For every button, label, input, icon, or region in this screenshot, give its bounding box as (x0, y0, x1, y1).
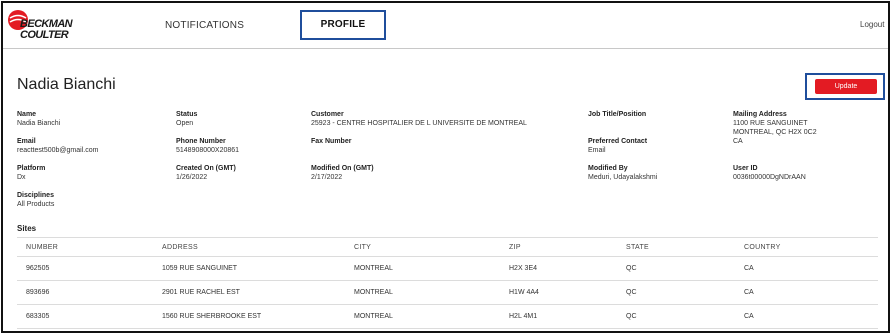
field-status: Status Open (176, 110, 197, 128)
table-row[interactable]: 893696 2901 RUE RACHEL EST MONTREAL H1W … (17, 281, 878, 305)
cell-number: 683305 (26, 313, 50, 320)
cell-country: CA (744, 313, 754, 320)
field-label: Job Title/Position (588, 111, 647, 118)
field-mailing-address: Mailing Address 1100 RUE SANGUINET MONTR… (733, 110, 817, 146)
address-line-1: 1100 RUE SANGUINET (733, 120, 808, 127)
field-value: reacttest500b@gmail.com (17, 147, 99, 154)
cell-zip: H2L 4M1 (509, 313, 538, 320)
field-label: Customer (311, 111, 344, 118)
field-value: Meduri, Udayalakshmi (588, 174, 658, 181)
cell-number: 893696 (26, 289, 50, 296)
update-button[interactable]: Update (815, 79, 877, 94)
field-disciplines: Disciplines All Products (17, 191, 54, 209)
field-label: Fax Number (311, 138, 352, 145)
field-label: Mailing Address (733, 111, 787, 118)
top-navigation-bar: BECKMAN COULTER NOTIFICATIONS PROFILE Lo… (3, 3, 888, 49)
address-line-3: CA (733, 138, 743, 145)
field-job-title: Job Title/Position (588, 110, 646, 119)
cell-country: CA (744, 265, 754, 272)
field-created-on: Created On (GMT) 1/26/2022 (176, 164, 236, 182)
field-label: Name (17, 111, 37, 118)
field-value: Dx (17, 174, 26, 181)
field-label: Modified On (GMT) (311, 165, 374, 172)
update-button-highlight: Update (805, 73, 885, 100)
table-header-row: NUMBER ADDRESS CITY ZIP STATE COUNTRY (17, 237, 878, 257)
field-preferred-contact: Preferred Contact Email (588, 137, 647, 155)
cell-number: 962505 (26, 265, 50, 272)
column-header-number[interactable]: NUMBER (26, 238, 58, 258)
logo-line-2: COULTER (20, 29, 69, 41)
field-value: 2/17/2022 (311, 174, 343, 181)
page-title: Nadia Bianchi (17, 76, 116, 93)
field-name: Name Nadia Bianchi (17, 110, 60, 128)
cell-city: MONTREAL (354, 265, 393, 272)
column-header-address[interactable]: ADDRESS (162, 238, 198, 258)
field-label: User ID (733, 165, 758, 172)
beckman-coulter-logo[interactable]: BECKMAN COULTER (7, 9, 87, 43)
nav-notifications[interactable]: NOTIFICATIONS (165, 20, 244, 31)
field-value: 0036t00000DgNDrAAN (733, 174, 806, 181)
field-value: 1/26/2022 (176, 174, 208, 181)
app-frame: BECKMAN COULTER NOTIFICATIONS PROFILE Lo… (1, 1, 890, 333)
field-user-id: User ID 0036t00000DgNDrAAN (733, 164, 806, 182)
field-label: Created On (GMT) (176, 165, 236, 172)
cell-state: QC (626, 313, 637, 320)
nav-profile[interactable]: PROFILE (300, 10, 386, 40)
cell-address: 1560 RUE SHERBROOKE EST (162, 313, 262, 320)
field-label: Status (176, 111, 198, 118)
field-value: 5148908000X20861 (176, 147, 240, 154)
cell-city: MONTREAL (354, 289, 393, 296)
cell-zip: H2X 3E4 (509, 265, 538, 272)
logo-wordmark: BECKMAN COULTER (20, 19, 73, 41)
address-line-2: MONTREAL, QC H2X 0C2 (733, 129, 817, 136)
column-header-state[interactable]: STATE (626, 238, 649, 258)
field-label: Modified By (588, 165, 628, 172)
field-label: Preferred Contact (588, 138, 648, 145)
cell-address: 2901 RUE RACHEL EST (162, 289, 240, 296)
field-phone: Phone Number 5148908000X20861 (176, 137, 239, 155)
field-customer: Customer 25923 - CENTRE HOSPITALIER DE L… (311, 110, 527, 128)
field-modified-by: Modified By Meduri, Udayalakshmi (588, 164, 657, 182)
field-label: Platform (17, 165, 46, 172)
table-row[interactable]: 683305 1560 RUE SHERBROOKE EST MONTREAL … (17, 305, 878, 329)
column-header-zip[interactable]: ZIP (509, 238, 521, 258)
field-platform: Platform Dx (17, 164, 45, 182)
column-header-city[interactable]: CITY (354, 238, 371, 258)
cell-city: MONTREAL (354, 313, 393, 320)
sites-table: NUMBER ADDRESS CITY ZIP STATE COUNTRY 96… (17, 237, 878, 329)
sites-section-title: Sites (17, 224, 37, 233)
field-value: Email (588, 147, 606, 154)
logout-link[interactable]: Logout (860, 20, 884, 29)
cell-zip: H1W 4A4 (509, 289, 539, 296)
cell-state: QC (626, 265, 637, 272)
field-value: All Products (17, 201, 55, 208)
field-value: Nadia Bianchi (17, 120, 61, 127)
cell-state: QC (626, 289, 637, 296)
field-modified-on: Modified On (GMT) 2/17/2022 (311, 164, 374, 182)
field-value: Open (176, 120, 194, 127)
field-value: 25923 - CENTRE HOSPITALIER DE L UNIVERSI… (311, 120, 527, 127)
field-label: Disciplines (17, 192, 54, 199)
column-header-country[interactable]: COUNTRY (744, 238, 781, 258)
table-row[interactable]: 962505 1059 RUE SANGUINET MONTREAL H2X 3… (17, 257, 878, 281)
cell-country: CA (744, 289, 754, 296)
field-email: Email reacttest500b@gmail.com (17, 137, 98, 155)
field-label: Phone Number (176, 138, 226, 145)
field-label: Email (17, 138, 36, 145)
field-fax: Fax Number (311, 137, 351, 146)
cell-address: 1059 RUE SANGUINET (162, 265, 238, 272)
